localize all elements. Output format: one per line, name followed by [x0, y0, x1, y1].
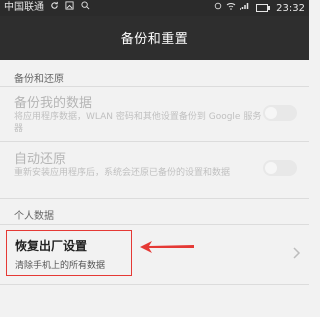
time-label: 23:32 — [276, 3, 305, 14]
page-title: 备份和重置 — [120, 32, 189, 47]
backup-data-toggle[interactable] — [263, 105, 297, 121]
backup-data-item[interactable]: 备份我的数据 将应用程序数据，WLAN 密码和其他设置备份到 Google 服务… — [0, 87, 309, 137]
divider — [0, 284, 309, 285]
factory-reset-title: 恢复出厂设置 — [15, 239, 88, 253]
wifi-icon — [226, 0, 236, 16]
annotation-arrow-icon — [140, 241, 194, 253]
divider — [0, 224, 309, 225]
image-icon — [65, 0, 74, 16]
factory-reset-subtitle: 清除手机上的所有数据 — [15, 261, 106, 271]
status-bar: 中国联通 23:32 — [0, 0, 309, 16]
signal-icon — [239, 0, 249, 16]
section-header-backup: 备份和还原 — [14, 74, 64, 85]
auto-restore-subtitle: 重新安装应用程序后，系统会还原已备份的设置和数据 — [14, 168, 231, 178]
chevron-right-icon — [293, 244, 301, 263]
factory-reset-item[interactable]: 恢复出厂设置 清除手机上的所有数据 — [6, 230, 132, 276]
refresh-icon — [50, 0, 59, 16]
status-left: 中国联通 — [4, 0, 90, 16]
auto-restore-item[interactable]: 自动还原 重新安装应用程序后，系统会还原已备份的设置和数据 — [0, 142, 309, 192]
alarm-icon — [214, 0, 222, 16]
battery-icon — [255, 4, 270, 12]
status-right: 23:32 — [214, 0, 305, 17]
section-header-personal: 个人数据 — [14, 211, 54, 222]
auto-restore-toggle[interactable] — [263, 160, 297, 176]
title-bar: 备份和重置 — [0, 16, 309, 60]
backup-data-title: 备份我的数据 — [14, 96, 93, 111]
backup-data-subtitle: 将应用程序数据，WLAN 密码和其他设置备份到 Google 服务器 — [14, 112, 262, 134]
divider — [0, 198, 309, 199]
carrier-label: 中国联通 — [4, 2, 44, 13]
search-icon — [81, 0, 90, 16]
auto-restore-title: 自动还原 — [14, 152, 67, 167]
toggle-knob — [265, 162, 277, 174]
toggle-knob — [265, 107, 277, 119]
